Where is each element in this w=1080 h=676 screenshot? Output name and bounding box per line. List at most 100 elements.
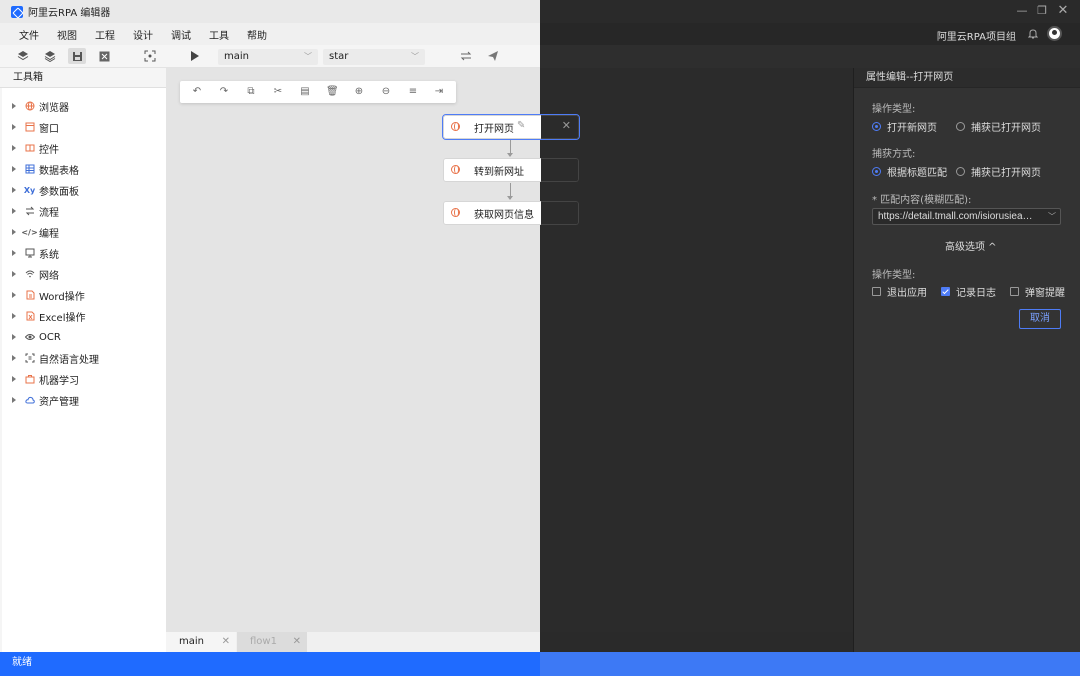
toolbox-item-system[interactable]: 系统 <box>12 246 59 261</box>
cut-icon[interactable]: ✂ <box>272 86 284 98</box>
menu-project[interactable]: 工程 <box>95 27 115 42</box>
delete-icon[interactable]: 🗑 <box>326 86 339 98</box>
expand-arrow-icon[interactable] <box>12 376 16 382</box>
expand-arrow-icon[interactable] <box>12 208 16 214</box>
zoom-out-icon[interactable]: ⊖ <box>380 86 392 98</box>
toolbox-item-coding[interactable]: </> 编程 <box>12 225 59 240</box>
radio-dot <box>956 167 965 176</box>
bell-icon[interactable] <box>1027 28 1039 39</box>
close-window-icon[interactable]: ✕ <box>1056 4 1070 18</box>
toolbox-item-ocr[interactable]: OCR <box>12 330 61 344</box>
flow-node-open-page[interactable]: 打开网页 ✎ ✕ <box>442 114 580 140</box>
menu-tools[interactable]: 工具 <box>209 27 229 42</box>
globe-icon <box>451 165 460 174</box>
close-icon[interactable]: ✕ <box>293 632 301 652</box>
expand-arrow-icon[interactable] <box>12 229 16 235</box>
menu-help[interactable]: 帮助 <box>247 27 267 42</box>
menu-debug[interactable]: 调试 <box>171 27 191 42</box>
word-icon <box>24 290 35 301</box>
close-file-icon[interactable] <box>97 49 111 63</box>
flow-canvas[interactable]: ↶ ↷ ⧉ ✂ ▤ 🗑 ⊕ ⊖ ≡ ⇥ <box>166 68 540 632</box>
checkbox-popup-alert[interactable]: 弹窗提醒 <box>1010 284 1065 299</box>
toolbox-item-assets[interactable]: 资产管理 <box>12 393 79 408</box>
checkbox-log[interactable]: 记录日志 <box>941 284 996 299</box>
expand-arrow-icon[interactable] <box>12 103 16 109</box>
copy-icon[interactable]: ⧉ <box>245 86 257 98</box>
expand-arrow-icon[interactable] <box>12 292 16 298</box>
expand-arrow-icon[interactable] <box>12 334 16 340</box>
expand-arrow-icon[interactable] <box>12 166 16 172</box>
match-content-select[interactable]: https://detail.tmall.com/isiorusiea… <box>872 208 1061 225</box>
expand-arrow-icon[interactable] <box>12 397 16 403</box>
send-icon[interactable] <box>486 49 500 63</box>
checkbox-exit-app[interactable]: 退出应用 <box>872 284 927 299</box>
run-icon[interactable] <box>188 49 202 63</box>
minimize-icon[interactable]: — <box>1015 4 1029 18</box>
flow-canvas-dark[interactable] <box>540 68 853 632</box>
toolbox-item-label: 流程 <box>39 207 59 219</box>
radio-dot <box>956 122 965 131</box>
window-icon <box>24 122 35 133</box>
expand-arrow-icon[interactable] <box>12 187 16 193</box>
expand-arrow-icon[interactable] <box>12 250 16 256</box>
flow-node-get-page-info[interactable]: 获取网页信息 <box>443 201 579 225</box>
zoom-in-icon[interactable]: ⊕ <box>353 86 365 98</box>
expand-arrow-icon[interactable] <box>12 271 16 277</box>
toolbox-item-control[interactable]: 控件 <box>12 141 59 156</box>
menu-file[interactable]: 文件 <box>19 27 39 42</box>
switch-icon[interactable] <box>459 49 473 63</box>
expand-arrow-icon[interactable] <box>12 124 16 130</box>
undo-icon[interactable]: ↶ <box>191 86 203 98</box>
paste-icon[interactable]: ▤ <box>299 86 311 98</box>
toolbox-item-excel[interactable]: Excel操作 <box>12 309 86 324</box>
toolbox-item-ml[interactable]: 机器学习 <box>12 372 79 387</box>
layers-icon[interactable] <box>16 49 30 63</box>
expand-arrow-icon[interactable] <box>12 355 16 361</box>
radio-match-title[interactable]: 根据标题匹配 <box>872 164 947 179</box>
radio-open-new-page[interactable]: 打开新网页 <box>872 119 937 134</box>
cancel-button[interactable]: 取消 <box>1019 309 1061 329</box>
capture-icon[interactable] <box>143 49 157 63</box>
redo-icon[interactable]: ↷ <box>218 86 230 98</box>
toolbox-item-flow[interactable]: 流程 <box>12 204 59 219</box>
tab-main[interactable]: main ✕ <box>166 632 236 652</box>
expand-arrow-icon[interactable] <box>12 145 16 151</box>
toolbox-item-label: Excel操作 <box>39 312 86 324</box>
toolbox-item-datatable[interactable]: 数据表格 <box>12 162 79 177</box>
stack-icon[interactable] <box>43 49 57 63</box>
toolbox-item-nlp[interactable]: 自然语言处理 <box>12 351 99 366</box>
target-select[interactable]: star ﹀ <box>323 49 425 65</box>
toolbox-item-params[interactable]: Xy 参数面板 <box>12 183 79 198</box>
toolbox-item-window[interactable]: 窗口 <box>12 120 59 135</box>
toolbox-item-network[interactable]: 网络 <box>12 267 59 282</box>
tab-flow1[interactable]: flow1 ✕ <box>237 632 307 652</box>
menu-design[interactable]: 设计 <box>133 27 153 42</box>
chevron-down-icon[interactable]: ﹀ <box>1048 208 1056 225</box>
flow-select[interactable]: main ﹀ <box>218 49 318 65</box>
project-name[interactable]: 阿里云RPA项目组 <box>937 28 1016 43</box>
align-icon[interactable]: ≡ <box>407 86 419 98</box>
radio-label: 打开新网页 <box>887 123 937 134</box>
menu-view[interactable]: 视图 <box>57 27 77 42</box>
radio-capture-open-page-2[interactable]: 捕获已打开网页 <box>956 164 1041 179</box>
radio-label: 捕获已打开网页 <box>971 123 1041 134</box>
toolbox-item-word[interactable]: Word操作 <box>12 288 85 303</box>
checkbox-label: 记录日志 <box>956 288 996 299</box>
op-type-label: 操作类型: <box>872 104 916 115</box>
wifi-icon <box>24 269 35 280</box>
close-icon[interactable]: ✕ <box>222 632 230 652</box>
avatar[interactable] <box>1047 26 1062 41</box>
close-icon[interactable]: ✕ <box>562 119 571 132</box>
radio-capture-open-page[interactable]: 捕获已打开网页 <box>956 119 1041 134</box>
indent-icon[interactable]: ⇥ <box>433 86 445 98</box>
flow-select-value: main <box>224 51 249 62</box>
advanced-options-toggle[interactable]: 高级选项 ^ <box>945 238 997 253</box>
target-select-value: star <box>329 51 349 62</box>
expand-arrow-icon[interactable] <box>12 313 16 319</box>
toolbox-item-browser[interactable]: 浏览器 <box>12 99 69 114</box>
flow-node-goto-url[interactable]: 转到新网址 <box>443 158 579 182</box>
restore-icon[interactable]: ❐ <box>1035 4 1049 18</box>
app-title: 阿里云RPA 编辑器 <box>28 8 111 19</box>
save-icon[interactable] <box>68 48 86 64</box>
edit-icon[interactable]: ✎ <box>517 120 525 131</box>
